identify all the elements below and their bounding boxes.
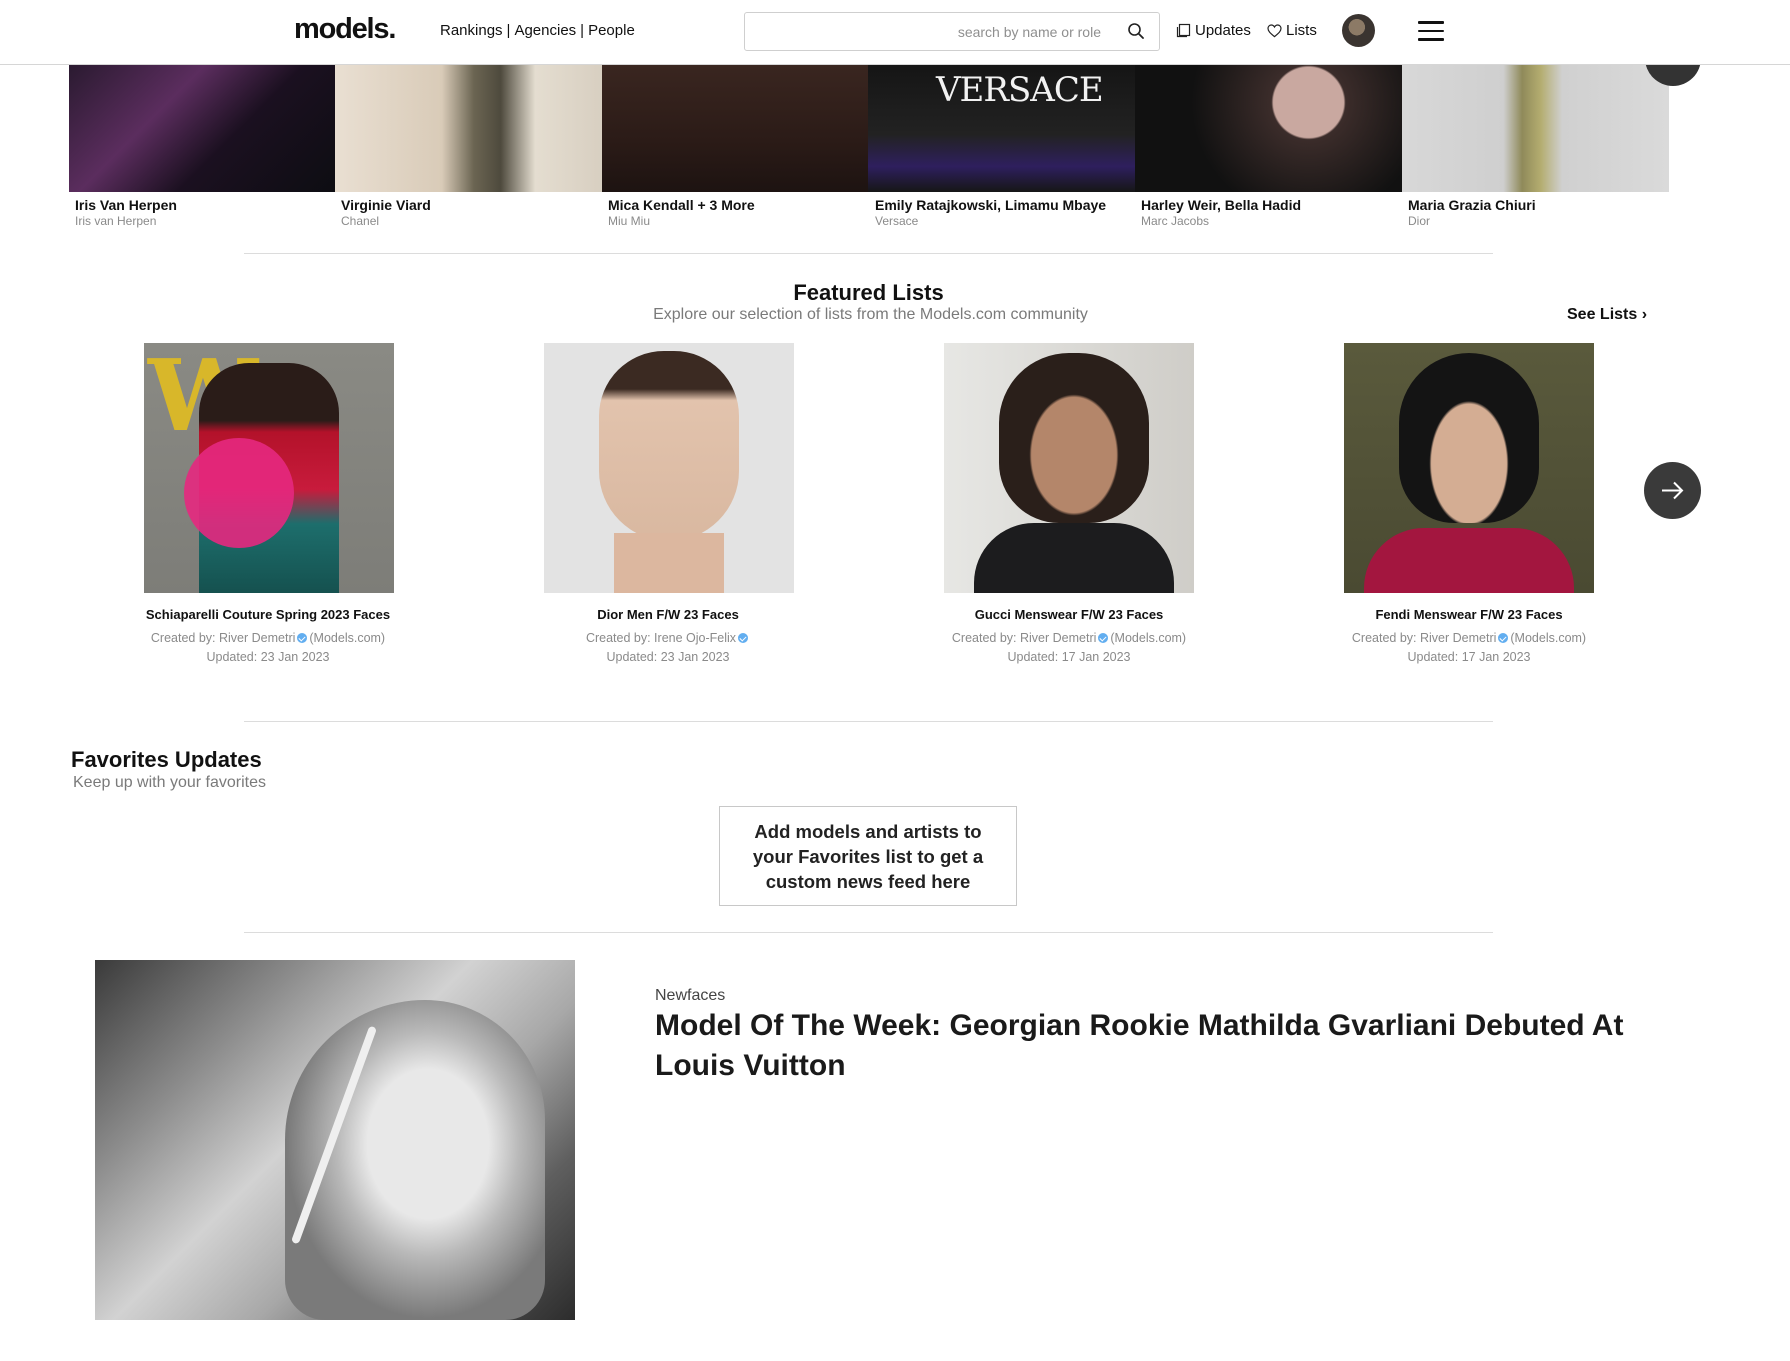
strip-name[interactable]: Emily Ratajkowski, Limamu Mbaye <box>875 197 1106 213</box>
strip-sub: Marc Jacobs <box>1141 214 1210 228</box>
list-cover-image[interactable]: W <box>144 343 394 593</box>
strip-sub: Dior <box>1408 214 1431 228</box>
updates-label: Updates <box>1195 22 1251 39</box>
list-updated: Updated: 17 Jan 2023 <box>1007 650 1131 664</box>
versace-overlay-text: VERSACE <box>936 70 1104 110</box>
model-shirt <box>1364 528 1574 593</box>
section-divider <box>244 253 1493 254</box>
list-updated: Updated: 23 Jan 2023 <box>606 650 730 664</box>
list-title[interactable]: Schiaparelli Couture Spring 2023 Faces <box>108 607 428 622</box>
strip-image-virginie-viard[interactable] <box>335 64 602 192</box>
article-category[interactable]: Newfaces <box>655 987 725 1005</box>
updates-link[interactable]: Updates <box>1176 22 1251 39</box>
strip-name[interactable]: Mica Kendall + 3 More <box>608 197 755 213</box>
strip-name[interactable]: Harley Weir, Bella Hadid <box>1141 197 1301 213</box>
model-face <box>599 351 739 541</box>
nav-agencies[interactable]: Agencies <box>514 22 576 39</box>
list-creator[interactable]: Created by: River Demetri <box>1352 631 1497 645</box>
strip-sub: Iris van Herpen <box>75 214 157 228</box>
strip-image-mica-kendall[interactable] <box>602 64 868 192</box>
list-creator[interactable]: Created by: River Demetri <box>952 631 1097 645</box>
list-cover-image[interactable] <box>944 343 1194 593</box>
copy-icon <box>1176 23 1191 38</box>
list-meta: Created by: River Demetri (Models.com) Up… <box>909 629 1229 667</box>
list-updated: Updated: 17 Jan 2023 <box>1407 650 1531 664</box>
nav-separator: | <box>580 22 585 39</box>
model-shirt <box>974 523 1174 593</box>
heart-icon <box>1267 23 1282 37</box>
list-updated: Updated: 23 Jan 2023 <box>206 650 330 664</box>
lists-label: Lists <box>1286 22 1317 39</box>
search-icon[interactable] <box>1127 22 1145 40</box>
nav-separator: | <box>506 22 511 39</box>
model-face <box>1399 353 1539 523</box>
lists-link[interactable]: Lists <box>1267 22 1317 39</box>
list-cover-image[interactable] <box>544 343 794 593</box>
search-box <box>744 12 1160 51</box>
list-title[interactable]: Fendi Menswear F/W 23 Faces <box>1309 607 1629 622</box>
list-meta: Created by: Irene Ojo-Felix Updated: 23 … <box>508 629 828 667</box>
top-header: models. Rankings|Agencies|People Updates… <box>0 0 1790 65</box>
pink-fur-shape <box>184 438 294 548</box>
featured-next-button[interactable] <box>1644 462 1701 519</box>
strip-image-maria-grazia-chiuri[interactable] <box>1402 64 1669 192</box>
strip-name[interactable]: Iris Van Herpen <box>75 197 177 213</box>
favorites-updates-title: Favorites Updates <box>71 747 262 772</box>
list-cover-image[interactable] <box>1344 343 1594 593</box>
favorites-updates-subtitle: Keep up with your favorites <box>73 774 266 791</box>
model-neck <box>614 533 724 593</box>
strip-image-versace[interactable]: VERSACE <box>868 64 1135 192</box>
list-creator[interactable]: Created by: Irene Ojo-Felix <box>586 631 736 645</box>
list-meta: Created by: River Demetri (Models.com) Up… <box>108 629 428 667</box>
arrow-right-icon <box>1662 481 1684 500</box>
user-avatar[interactable] <box>1342 14 1375 47</box>
featured-lists-title: Featured Lists <box>793 280 944 305</box>
search-input[interactable] <box>759 13 1103 50</box>
verified-badge-icon <box>738 633 749 643</box>
list-creator[interactable]: Created by: River Demetri <box>151 631 296 645</box>
strip-name[interactable]: Virginie Viard <box>341 197 431 213</box>
list-title[interactable]: Gucci Menswear F/W 23 Faces <box>909 607 1229 622</box>
section-divider <box>244 721 1493 722</box>
site-logo[interactable]: models. <box>294 13 396 46</box>
nav-rankings[interactable]: Rankings <box>440 22 503 39</box>
verified-badge-icon <box>1098 633 1109 643</box>
list-title[interactable]: Dior Men F/W 23 Faces <box>508 607 828 622</box>
favorites-empty-message: Add models and artists to your Favorites… <box>719 806 1017 906</box>
list-meta: Created by: River Demetri (Models.com) Up… <box>1309 629 1629 667</box>
strip-image-harley-weir[interactable] <box>1135 64 1402 192</box>
article-title[interactable]: Model Of The Week: Georgian Rookie Mathi… <box>655 1006 1655 1086</box>
model-face <box>999 353 1149 523</box>
list-creator-org: (Models.com) <box>1110 631 1187 645</box>
list-creator-org: (Models.com) <box>309 631 386 645</box>
see-lists-link[interactable]: See Lists › <box>1567 306 1647 324</box>
nav-people[interactable]: People <box>588 22 635 39</box>
verified-badge-icon <box>297 633 308 643</box>
list-creator-org: (Models.com) <box>1510 631 1587 645</box>
strip-sub: Versace <box>875 214 919 228</box>
strip-name[interactable]: Maria Grazia Chiuri <box>1408 197 1536 213</box>
hamburger-menu-icon[interactable] <box>1418 21 1444 41</box>
strip-sub: Chanel <box>341 214 380 228</box>
main-nav: Rankings | Agencies | People <box>440 22 635 39</box>
section-divider <box>244 932 1493 933</box>
strip-image-iris-van-herpen[interactable] <box>69 64 335 192</box>
strip-sub: Miu Miu <box>608 214 651 228</box>
verified-badge-icon <box>1498 633 1509 643</box>
featured-lists-subtitle: Explore our selection of lists from the … <box>653 306 1088 323</box>
article-image[interactable] <box>95 960 575 1320</box>
